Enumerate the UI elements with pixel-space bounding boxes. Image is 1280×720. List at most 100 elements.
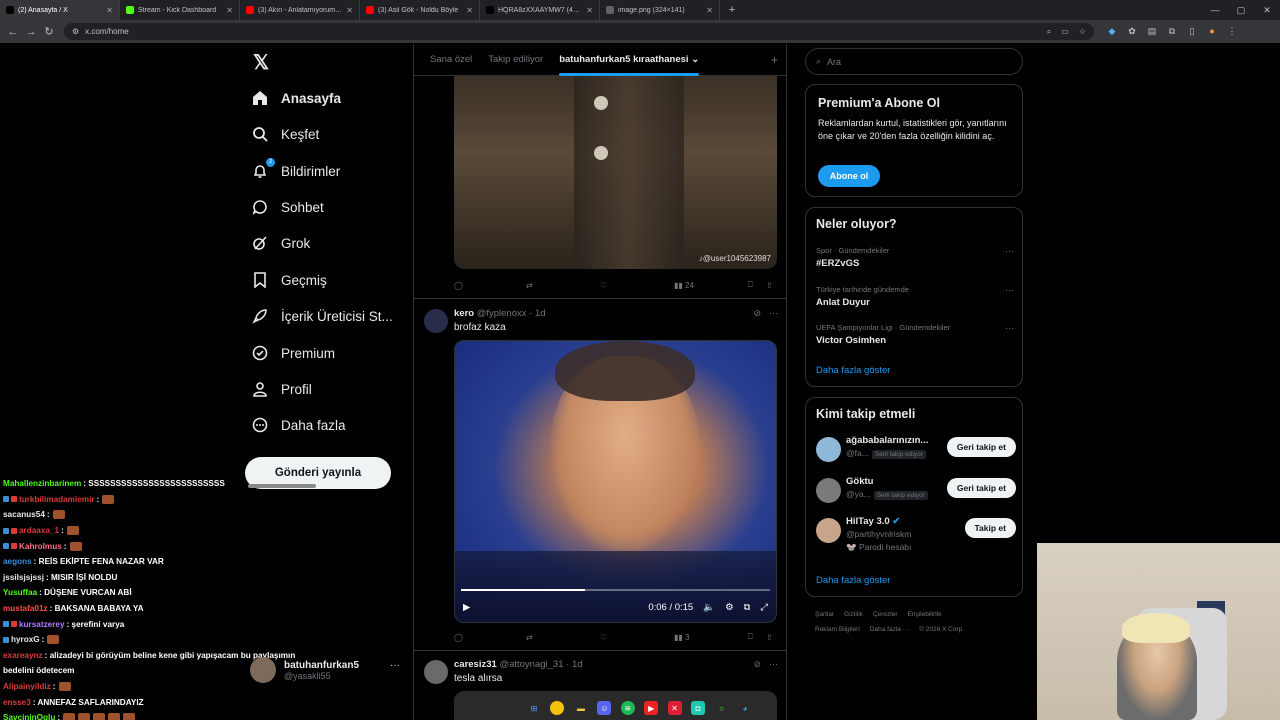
chat-username[interactable]: hyroxG [11,635,40,644]
sidebar-item-chat[interactable]: Sohbet [251,192,324,222]
close-tab-icon[interactable]: ✕ [106,6,113,15]
footer-link[interactable]: Daha fazla ··· [870,626,909,633]
settings-gear-icon[interactable]: ⚙ [725,602,734,613]
sidebar-item-rocket[interactable]: İçerik Üreticisi St... [251,301,393,331]
app-icon[interactable]: ◕ [738,701,752,715]
maximize-button[interactable]: ▢ [1228,0,1254,20]
user-name[interactable]: Göktu [846,476,936,487]
volume-icon[interactable]: 🔈 [703,602,715,613]
sidebar-item-home[interactable]: Anasayfa [251,83,341,113]
more-dots-icon[interactable]: ··· [769,308,778,319]
url-text[interactable]: x.com/home [85,27,1037,36]
follow-button[interactable]: Geri takip et [946,437,1016,457]
search-input[interactable] [827,56,998,67]
like-icon[interactable]: ♡ [600,633,607,642]
close-tab-icon[interactable]: ✕ [706,6,713,15]
chat-username[interactable]: SavcininOglu [3,713,55,720]
chat-username[interactable]: Yusuffaa [3,588,37,597]
chat-username[interactable]: kursatzerey [19,620,65,629]
browser-tab[interactable]: image.png (324×141) ✕ [600,0,720,20]
show-more-link[interactable]: Daha fazla göster [816,365,890,376]
follow-button[interactable]: Takip et [964,518,1016,538]
footer-link[interactable]: Gizlilik [844,611,863,618]
follow-suggestion[interactable]: HilTay 3.0 ✔ @partihyvnlriskm 🐭 Parodi hes… [816,516,1016,552]
user-name[interactable]: ağababalarınızın... [846,435,936,446]
tweet[interactable]: kero @fyplenoxx · 1d ⊘ ··· brofaz kaza ▶… [414,298,786,650]
chat-username[interactable]: ensse3 [3,698,31,707]
sidebar-item-bookmark[interactable]: Geçmiş [251,265,327,295]
views-icon[interactable]: ▮▮ 3 [674,633,689,642]
back-icon[interactable]: ← [4,23,22,41]
trend-item[interactable]: Türkiye tarihinde gündemde Anlat Duyur ··· [816,285,1016,308]
new-tab-button[interactable]: + [724,2,740,18]
reply-icon[interactable]: ◯ [454,281,463,290]
subscribe-button[interactable]: Abone ol [818,165,880,187]
sidebar-item-grok[interactable]: Grok [251,228,310,258]
tab-following[interactable]: Takip ediliyor [480,44,551,76]
like-icon[interactable]: ♡ [600,281,607,290]
sidebar-item-person[interactable]: Profil [251,374,312,404]
play-icon[interactable]: ▶ [463,602,470,613]
footer-link[interactable]: Reklam Bilgileri [815,626,860,633]
user-name[interactable]: HilTay 3.0 ✔ [846,516,936,527]
more-dots-icon[interactable]: ··· [1005,246,1014,256]
close-tab-icon[interactable]: ✕ [586,6,593,15]
sidebar-item-premium[interactable]: Premium [251,338,335,368]
author-name[interactable]: kero [454,308,474,319]
chat-username[interactable]: Mahallenzinbarinem [3,479,81,488]
account-switcher[interactable]: batuhanfurkan5 @yasakli55 ··· [250,650,410,690]
avatar[interactable] [816,437,841,462]
more-dots-icon[interactable]: ··· [1005,285,1014,295]
sidebar-item-more-circle[interactable]: Daha fazla [251,410,346,440]
reload-icon[interactable]: ↻ [40,23,58,41]
repost-icon[interactable]: ⇄ [526,633,533,642]
chat-username[interactable]: Alipainyildiz [3,682,51,691]
trend-item[interactable]: UEFA Şampiyonlar Ligi · Gündemdekiler Vic… [816,323,1016,346]
sidebar-item-search[interactable]: Keşfet [251,119,319,149]
share-icon[interactable]: ⇧ [766,633,773,642]
zoom-icon[interactable]: ⌕ [1047,27,1051,37]
browser-tab[interactable]: HQRA8zXXAAYMW7 (458×587)✕ [480,0,600,20]
repost-icon[interactable]: ⇄ [526,281,533,290]
close-tab-icon[interactable]: ✕ [226,6,233,15]
more-dots-icon[interactable]: ··· [1005,323,1014,333]
tab-for-you[interactable]: Sana özel [422,44,480,76]
avatar[interactable] [424,309,448,333]
more-dots-icon[interactable]: ··· [769,659,778,670]
bookmark-star-icon[interactable]: ☆ [1079,27,1086,36]
browser-tab[interactable]: (3) Akın - Anlatamıyorum - You✕ [240,0,360,20]
cast-icon[interactable]: ▭ [1061,27,1069,36]
close-tab-icon[interactable]: ✕ [466,6,473,15]
sidepanel-icon[interactable]: ▯ [1182,26,1202,37]
grok-icon[interactable]: ⊘ [753,308,761,319]
picture-in-picture-icon[interactable]: ⧉ [744,602,751,613]
spotify-icon[interactable]: ≋ [620,701,635,715]
video-player[interactable]: ▶ 0:06 / 0:15 🔈 ⚙ ⧉ ⤢ [454,340,777,623]
chat-username[interactable]: ardaaxa_1 [19,526,59,535]
close-window-button[interactable]: ✕ [1254,0,1280,20]
extensions-puzzle-icon[interactable]: ⧉ [1162,26,1182,37]
avatar[interactable] [816,518,841,543]
youtube-icon[interactable]: ▶ [644,701,659,715]
minimize-button[interactable]: — [1202,0,1228,20]
follow-suggestion[interactable]: Göktu @ya... Seni takip ediyor Geri takip e… [816,476,1016,506]
chrome-icon[interactable] [550,701,565,715]
close-tab-icon[interactable]: ✕ [346,6,353,15]
extension-icon[interactable]: ✿ [1122,26,1142,37]
reply-icon[interactable]: ◯ [454,633,463,642]
trend-item[interactable]: Spor · Gündemdekiler #ERZvGS ··· [816,246,1016,269]
follow-suggestion[interactable]: ağababalarınızın... @fa... Seni takip ediy… [816,435,1016,465]
site-info-icon[interactable]: ⚙ [72,27,79,36]
footer-link[interactable]: © 2026 X Corp. [919,626,964,633]
discord-icon[interactable]: ☺ [597,701,612,715]
footer-link[interactable]: Çerezler [873,611,898,618]
views-icon[interactable]: ▮▮ 24 [674,281,694,290]
more-dots-icon[interactable]: ··· [390,660,400,671]
sidebar-item-bell[interactable]: 2 Bildirimler [251,156,340,186]
add-tab-icon[interactable]: + [771,53,778,67]
profile-avatar[interactable]: ● [1202,26,1222,37]
bookmark-icon[interactable]: ⎕ [748,280,753,290]
browser-tab[interactable]: Stream - Kick Dashboard ✕ [120,0,240,20]
footer-link[interactable]: Şartlar [815,611,834,618]
avatar[interactable] [424,660,448,684]
